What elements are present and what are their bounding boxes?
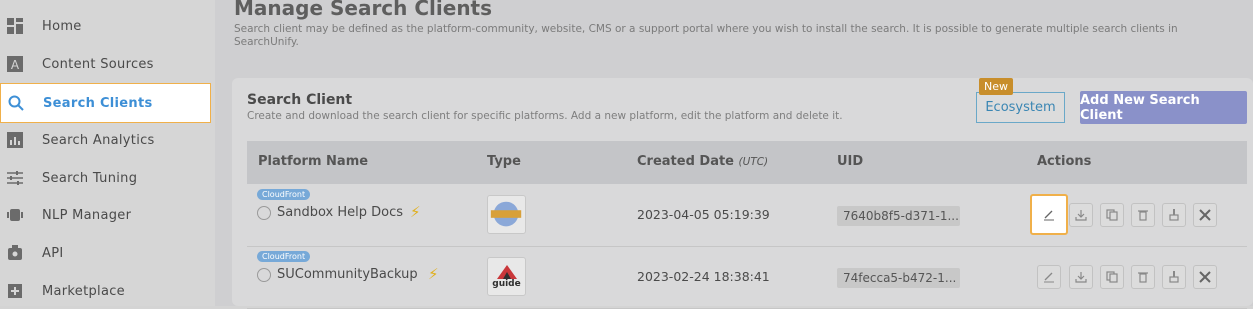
card-description: Create and download the search client fo… xyxy=(247,110,843,122)
created-date: 2023-02-24 18:38:41 xyxy=(637,269,770,284)
delete-button[interactable] xyxy=(1131,203,1155,227)
tuning-icon xyxy=(7,171,23,185)
tools-icon xyxy=(1199,209,1211,221)
sidebar-item-marketplace[interactable]: Marketplace xyxy=(0,273,211,309)
download-icon xyxy=(1075,210,1087,221)
new-badge: New xyxy=(979,78,1013,95)
add-new-search-client-button[interactable]: Add New Search Client xyxy=(1080,91,1247,124)
clean-button[interactable] xyxy=(1162,265,1186,289)
main-content: Manage Search Clients Search client may … xyxy=(215,0,1253,309)
header-platform-name[interactable]: Platform Name xyxy=(258,154,368,169)
header-created-date[interactable]: Created Date (UTC) xyxy=(637,154,768,169)
header-type[interactable]: Type xyxy=(487,154,521,169)
marketplace-icon xyxy=(8,284,22,298)
edit-button[interactable] xyxy=(1030,194,1068,235)
sidebar-item-label: API xyxy=(42,245,64,261)
sidebar-item-label: Content Sources xyxy=(42,56,154,72)
sidebar-item-home[interactable]: Home xyxy=(0,8,211,44)
page-title: Manage Search Clients xyxy=(234,0,493,20)
delete-button[interactable] xyxy=(1131,265,1155,289)
trash-icon xyxy=(1138,210,1148,221)
guide-label: guide xyxy=(492,278,521,289)
type-guide-icon: guide xyxy=(487,257,526,296)
copy-icon xyxy=(1106,271,1118,283)
copy-button[interactable] xyxy=(1100,203,1124,227)
type-globe-icon xyxy=(487,195,526,234)
sidebar-item-search-tuning[interactable]: Search Tuning xyxy=(0,160,211,196)
sidebar-item-label: Search Analytics xyxy=(42,132,155,148)
sidebar-item-label: Home xyxy=(42,18,82,34)
user-icon xyxy=(257,206,271,220)
edit-icon xyxy=(1044,210,1054,220)
sidebar-item-label: Search Tuning xyxy=(42,170,138,186)
search-client-card: Search Client Create and download the se… xyxy=(232,78,1253,309)
sidebar-item-label: Marketplace xyxy=(42,283,125,299)
nlp-icon xyxy=(7,209,23,221)
card-title: Search Client xyxy=(247,92,353,108)
header-uid[interactable]: UID xyxy=(837,154,863,169)
table-row: CloudFront Sandbox Help Docs ⚡ 2023-04-0… xyxy=(247,185,1247,247)
edit-button[interactable] xyxy=(1037,265,1061,289)
analytics-icon xyxy=(7,132,23,148)
broom-icon xyxy=(1169,209,1179,221)
sidebar-item-search-analytics[interactable]: Search Analytics xyxy=(0,122,211,158)
cloudfront-tag: CloudFront xyxy=(257,189,311,200)
clean-button[interactable] xyxy=(1162,203,1186,227)
sidebar-item-content-sources[interactable]: A Content Sources xyxy=(0,46,211,82)
sidebar-item-api[interactable]: API xyxy=(0,235,211,271)
content-sources-icon: A xyxy=(7,56,23,72)
bolt-icon: ⚡ xyxy=(410,203,421,221)
cloudfront-tag: CloudFront xyxy=(257,251,311,262)
copy-button[interactable] xyxy=(1100,265,1124,289)
download-button[interactable] xyxy=(1069,203,1093,227)
broom-icon xyxy=(1169,271,1179,283)
edit-icon xyxy=(1044,272,1054,283)
header-actions: Actions xyxy=(1037,154,1092,169)
copy-icon xyxy=(1106,209,1118,221)
uid-value[interactable]: 7640b8f5-d371-1... xyxy=(837,206,960,226)
uid-value[interactable]: 74fecca5-b472-1... xyxy=(837,268,960,288)
table-header: Platform Name Type Created Date (UTC) UI… xyxy=(247,141,1247,184)
sidebar-item-label: Search Clients xyxy=(43,95,153,111)
user-icon xyxy=(257,268,271,282)
created-date: 2023-04-05 05:19:39 xyxy=(637,207,770,222)
table-row: CloudFront SUCommunityBackup ⚡ guide 202… xyxy=(247,247,1247,309)
api-icon xyxy=(8,245,22,260)
svg-text:A: A xyxy=(11,58,20,72)
search-icon xyxy=(8,95,24,111)
header-created-unit: (UTC) xyxy=(738,156,769,168)
platform-name[interactable]: SUCommunityBackup xyxy=(277,267,418,282)
header-created-label: Created Date xyxy=(637,154,734,169)
page-description: Search client may be defined as the plat… xyxy=(234,23,1178,48)
tools-button[interactable] xyxy=(1193,265,1217,289)
ecosystem-button[interactable]: Ecosystem xyxy=(976,92,1065,123)
bolt-icon: ⚡ xyxy=(428,265,439,283)
platform-name[interactable]: Sandbox Help Docs xyxy=(277,205,403,220)
tools-button[interactable] xyxy=(1193,203,1217,227)
sidebar-item-nlp-manager[interactable]: NLP Manager xyxy=(0,197,211,233)
tools-icon xyxy=(1199,271,1211,283)
sidebar-item-label: NLP Manager xyxy=(42,207,132,223)
sidebar-item-search-clients[interactable]: Search Clients xyxy=(0,83,211,123)
download-icon xyxy=(1075,272,1087,283)
home-icon xyxy=(7,18,23,34)
trash-icon xyxy=(1138,272,1148,283)
download-button[interactable] xyxy=(1069,265,1093,289)
sidebar: Home A Content Sources Search Clients Se… xyxy=(0,0,215,306)
